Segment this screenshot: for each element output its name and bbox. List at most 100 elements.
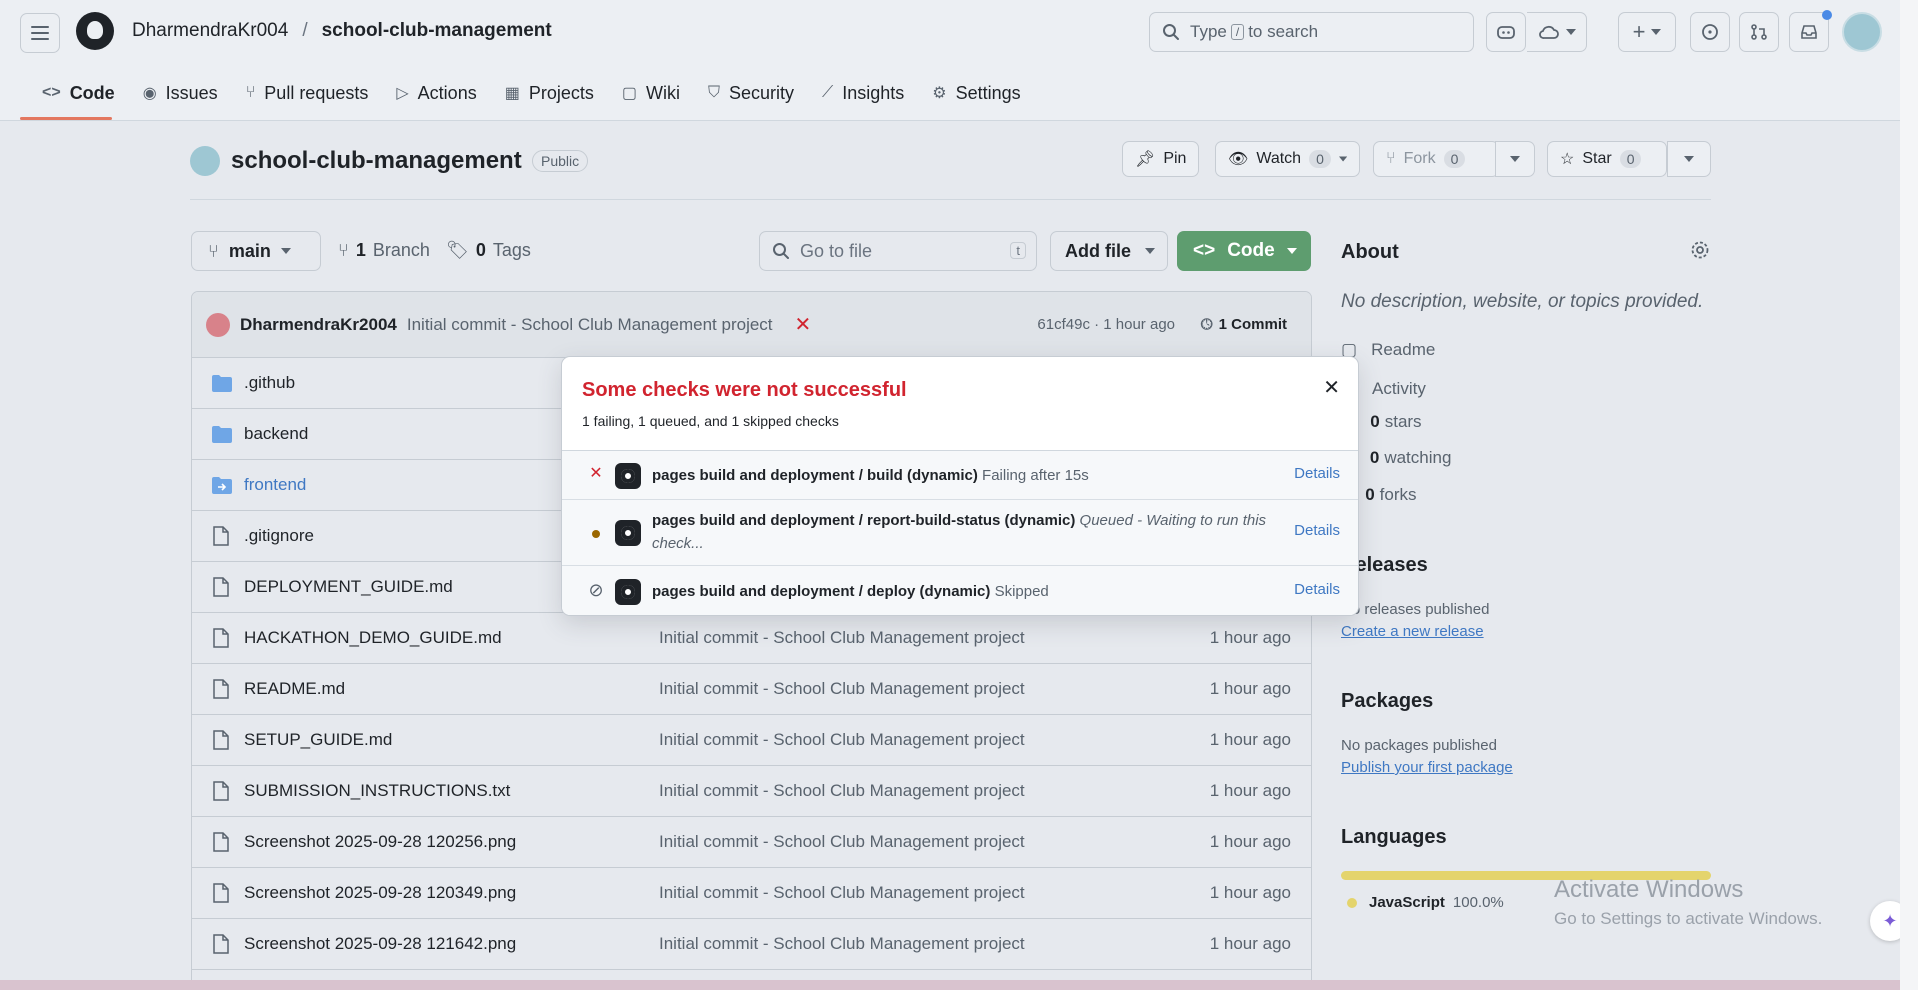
file-commit-message[interactable]: Initial commit - School Club Management … <box>659 883 1025 903</box>
branch-icon: ⑂ <box>208 240 219 261</box>
table-row[interactable]: HACKATHON_DEMO_GUIDE.md Initial commit - … <box>192 613 1311 664</box>
hamburger-icon <box>31 26 49 40</box>
tab-settings[interactable]: ⚙ Settings <box>918 78 1034 108</box>
file-name[interactable]: DEPLOYMENT_GUIDE.md <box>244 577 453 597</box>
watch-button[interactable]: 👁︎ Watch 0 <box>1215 141 1360 177</box>
copilot-menu-button[interactable] <box>1527 12 1587 52</box>
branches-link[interactable]: ⑂ 1 Branch <box>338 240 430 261</box>
go-to-file-input[interactable]: Go to file t <box>759 231 1037 271</box>
publish-package-link[interactable]: Publish your first package <box>1341 759 1513 776</box>
file-commit-message[interactable]: Initial commit - School Club Management … <box>659 679 1025 699</box>
commit-author-avatar[interactable] <box>206 312 230 337</box>
chevron-down-icon <box>280 248 291 254</box>
file-age: 1 hour ago <box>1209 883 1291 902</box>
graph-icon: ⟋ <box>822 84 834 101</box>
file-name[interactable]: SUBMISSION_INSTRUCTIONS.txt <box>244 781 510 801</box>
language-item[interactable]: JavaScript 100.0% <box>1347 894 1504 911</box>
fork-button[interactable]: ⑂ Fork 0 <box>1373 141 1499 177</box>
commit-status-fail-icon[interactable]: ✕ <box>795 312 812 337</box>
table-row[interactable]: Screenshot 2025-09-28 120349.png Initial … <box>192 868 1311 919</box>
menu-button[interactable] <box>20 13 60 53</box>
create-new-button[interactable]: + <box>1618 12 1676 52</box>
pull-request-icon: ⑂ <box>245 84 256 101</box>
tab-label: Wiki <box>645 82 680 103</box>
gear-icon: ⚙ <box>932 85 947 102</box>
github-logo-icon[interactable] <box>76 12 114 50</box>
star-button[interactable]: ☆ Star 0 <box>1547 141 1667 177</box>
chevron-down-icon <box>1145 248 1155 254</box>
breadcrumb-repo[interactable]: school-club-management <box>322 20 552 42</box>
file-name[interactable]: backend <box>244 424 308 444</box>
code-button[interactable]: <> Code <box>1177 231 1311 271</box>
file-name[interactable]: Screenshot 2025-09-28 121642.png <box>244 934 516 954</box>
tab-label: Actions <box>417 82 477 103</box>
watch-label: Watch <box>1256 150 1302 167</box>
repo-owner-avatar[interactable] <box>190 146 220 176</box>
file-commit-message[interactable]: Initial commit - School Club Management … <box>659 628 1025 648</box>
close-icon[interactable]: ✕ <box>1323 375 1340 400</box>
commit-count-link[interactable]: 🕓︎ 1 Commit <box>1201 316 1287 333</box>
tab-label: Security <box>729 82 795 103</box>
add-file-button[interactable]: Add file <box>1050 231 1168 271</box>
file-name[interactable]: frontend <box>244 475 306 495</box>
tab-code[interactable]: <> Code <box>28 78 129 108</box>
pull-requests-button[interactable] <box>1739 12 1779 52</box>
branch-selector[interactable]: ⑂ main <box>191 231 321 271</box>
create-release-link[interactable]: Create a new release <box>1341 623 1484 640</box>
global-header: DharmendraKr004 / school-club-management… <box>0 0 1900 121</box>
table-row[interactable]: Screenshot 2025-09-28 120256.png Initial … <box>192 817 1311 868</box>
file-commit-message[interactable]: Initial commit - School Club Management … <box>659 730 1025 750</box>
table-row[interactable]: SETUP_GUIDE.md Initial commit - School Cl… <box>192 715 1311 766</box>
star-menu-button[interactable] <box>1667 141 1711 177</box>
tab-projects[interactable]: ▦ Projects <box>491 78 608 108</box>
code-icon: <> <box>42 84 61 101</box>
copilot-button[interactable] <box>1486 12 1526 52</box>
tag-icon: 🏷︎ <box>446 240 469 260</box>
issues-button[interactable] <box>1690 12 1730 52</box>
file-name[interactable]: README.md <box>244 679 345 699</box>
file-name[interactable]: .gitignore <box>244 526 314 546</box>
file-commit-message[interactable]: Initial commit - School Club Management … <box>659 781 1025 801</box>
tags-label: Tags <box>492 240 531 260</box>
file-commit-message[interactable]: Initial commit - School Club Management … <box>659 934 1025 954</box>
commit-author[interactable]: DharmendraKr2004 <box>240 315 397 335</box>
scrollbar[interactable] <box>1900 0 1918 990</box>
file-icon <box>212 628 230 653</box>
table-row[interactable]: README.md Initial commit - School Club Ma… <box>192 664 1311 715</box>
file-commit-message[interactable]: Initial commit - School Club Management … <box>659 832 1025 852</box>
table-row[interactable]: SUBMISSION_INSTRUCTIONS.txt Initial commi… <box>192 766 1311 817</box>
tab-wiki[interactable]: ▢ Wiki <box>608 78 694 108</box>
gear-icon[interactable] <box>1690 240 1710 265</box>
table-icon: ▦ <box>504 85 520 102</box>
commit-message[interactable]: Initial commit - School Club Management … <box>407 315 773 335</box>
check-details-link[interactable]: Details <box>1294 522 1340 539</box>
packages-text: No packages published <box>1341 737 1497 754</box>
tab-issues[interactable]: ◉ Issues <box>129 78 232 108</box>
table-row[interactable]: Screenshot 2025-09-28 121642.png Initial … <box>192 919 1311 970</box>
tab-security[interactable]: ⛉ Security <box>694 78 808 108</box>
packages-heading[interactable]: Packages <box>1341 690 1433 713</box>
file-name[interactable]: .github <box>244 373 295 393</box>
pin-button[interactable]: 📌︎ Pin <box>1122 141 1200 177</box>
windows-watermark-text: Go to Settings to activate Windows. <box>1554 909 1823 928</box>
pin-label: Pin <box>1163 150 1187 167</box>
check-name: pages build and deployment / deploy (dyn… <box>652 583 991 600</box>
tags-link[interactable]: 🏷︎ 0 Tags <box>446 240 531 261</box>
tab-actions[interactable]: ▷ Actions <box>382 78 490 108</box>
check-details-link[interactable]: Details <box>1294 465 1340 482</box>
file-name[interactable]: HACKATHON_DEMO_GUIDE.md <box>244 628 502 648</box>
repo-title[interactable]: school-club-management <box>231 147 522 175</box>
avatar[interactable] <box>1842 12 1882 52</box>
tab-insights[interactable]: ⟋ Insights <box>808 78 918 108</box>
file-name[interactable]: SETUP_GUIDE.md <box>244 730 392 750</box>
tab-pull-requests[interactable]: ⑂ Pull requests <box>232 78 383 108</box>
file-name[interactable]: Screenshot 2025-09-28 120256.png <box>244 832 516 852</box>
commit-hash-time[interactable]: 61cf49c · 1 hour ago <box>1037 316 1175 333</box>
latest-commit-bar: DharmendraKr2004 Initial commit - School… <box>192 292 1311 358</box>
file-name[interactable]: Screenshot 2025-09-28 120349.png <box>244 883 516 903</box>
breadcrumb-owner[interactable]: DharmendraKr004 <box>132 20 288 42</box>
check-details-link[interactable]: Details <box>1294 581 1340 598</box>
activity-label: Activity <box>1372 378 1426 398</box>
fork-menu-button[interactable] <box>1495 141 1535 177</box>
search-input[interactable]: Type / to search <box>1149 12 1474 52</box>
